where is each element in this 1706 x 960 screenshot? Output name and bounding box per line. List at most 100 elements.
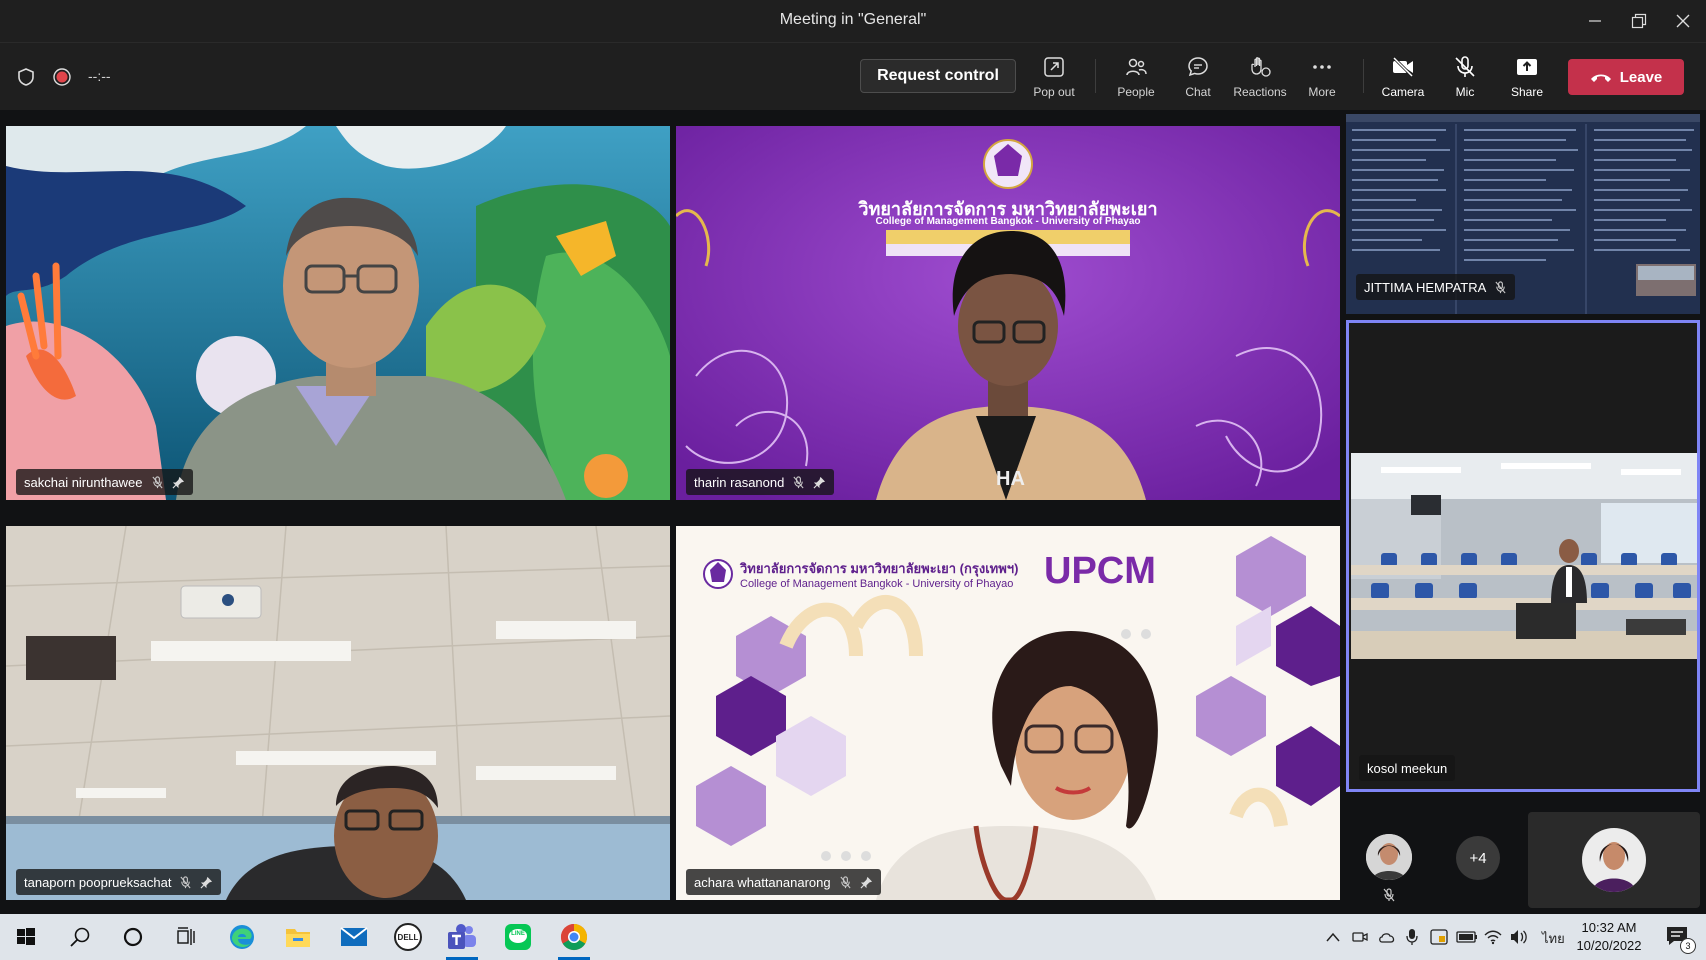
wifi-icon[interactable] xyxy=(1484,929,1502,945)
participant-name: tanaporn pooprueksachat xyxy=(24,874,172,890)
taskbar-mail[interactable] xyxy=(338,921,370,953)
more-participants-button[interactable]: +4 xyxy=(1456,836,1500,880)
shirt-print: HA xyxy=(996,468,1025,490)
reactions-label: Reactions xyxy=(1233,85,1287,99)
close-button[interactable] xyxy=(1660,0,1706,42)
leave-button[interactable]: Leave xyxy=(1568,59,1684,95)
pin-icon[interactable] xyxy=(813,476,826,489)
participant-name: achara whattananarong xyxy=(694,874,831,890)
taskbar-clock[interactable]: 10:32 AM 10/20/2022 xyxy=(1564,919,1654,955)
input-language[interactable]: ไทย xyxy=(1542,928,1565,949)
reactions-icon xyxy=(1251,57,1271,77)
minimize-icon xyxy=(1589,20,1601,22)
taskbar-edge[interactable] xyxy=(226,921,258,953)
participant-video xyxy=(676,126,1340,500)
restore-button[interactable] xyxy=(1616,0,1662,42)
microphone-in-use-icon[interactable] xyxy=(1406,928,1418,946)
participant-name-tag: achara whattananarong xyxy=(686,869,881,895)
bg-title-english: College of Management Bangkok - Universi… xyxy=(875,216,1141,227)
camera-button[interactable]: Camera xyxy=(1373,51,1433,103)
participant-video xyxy=(1351,453,1697,659)
mic-button[interactable]: Mic xyxy=(1435,51,1495,103)
share-button[interactable]: Share xyxy=(1497,51,1557,103)
participant-name: tharin rasanond xyxy=(694,474,785,490)
taskbar-teams[interactable] xyxy=(446,921,478,960)
meet-now-icon[interactable] xyxy=(1352,929,1368,945)
toolbar-divider xyxy=(1363,59,1364,93)
video-tile-kosol[interactable]: kosol meekun xyxy=(1346,320,1700,792)
line-label: LINE xyxy=(511,931,525,937)
task-view-icon xyxy=(177,927,195,945)
participant-name-tag: kosol meekun xyxy=(1359,755,1456,781)
people-button[interactable]: People xyxy=(1106,51,1166,103)
camera-off-icon xyxy=(1392,56,1414,78)
participant-name-tag: JITTIMA HEMPATRA xyxy=(1356,274,1516,300)
people-icon xyxy=(1126,58,1147,76)
request-control-button[interactable]: Request control xyxy=(860,59,1016,93)
phone-hangup-icon xyxy=(1590,74,1611,82)
pin-icon[interactable] xyxy=(200,876,213,889)
video-tile-tanaporn[interactable]: tanaporn pooprueksachat xyxy=(6,526,670,900)
video-tile-achara[interactable]: วิทยาลัยการจัดการ มหาวิทยาลัยพะเยา (กรุง… xyxy=(676,526,1340,900)
reactions-button[interactable]: Reactions xyxy=(1230,51,1290,103)
bg-logo-upcm: UPCM xyxy=(1044,550,1156,592)
popout-icon xyxy=(1044,57,1064,77)
onedrive-icon[interactable] xyxy=(1378,931,1396,943)
taskbar-file-explorer[interactable] xyxy=(282,921,314,953)
more-button[interactable]: More xyxy=(1292,51,1352,103)
minimize-button[interactable] xyxy=(1572,0,1618,42)
mic-muted-icon xyxy=(793,475,804,488)
edge-icon xyxy=(230,925,254,949)
mic-off-icon xyxy=(1455,56,1475,77)
title-bar: Meeting in "General" xyxy=(0,0,1706,43)
battery-icon[interactable] xyxy=(1456,931,1478,943)
mic-label: Mic xyxy=(1455,85,1475,99)
participant-video xyxy=(6,126,670,500)
mic-muted-icon xyxy=(180,875,192,888)
participant-avatar[interactable] xyxy=(1366,834,1412,880)
taskbar-dell[interactable]: DELL xyxy=(392,921,424,953)
taskbar-line[interactable]: LINE xyxy=(502,921,534,953)
windows-taskbar: DELL LINE ไทย 10:32 AM 10/20/2022 3 xyxy=(0,914,1706,960)
toolbar-divider xyxy=(1095,59,1096,93)
bg-title-thai: วิทยาลัยการจัดการ มหาวิทยาลัยพะเยา (กรุง… xyxy=(740,561,1019,576)
chat-icon xyxy=(1188,57,1208,77)
shield-icon[interactable] xyxy=(16,67,36,87)
participant-video xyxy=(6,526,670,900)
notification-center-button[interactable]: 3 xyxy=(1664,922,1696,954)
self-preview-tile[interactable] xyxy=(1528,812,1700,908)
pin-icon[interactable] xyxy=(860,876,873,889)
cortana-icon xyxy=(123,927,143,947)
camera-label: Camera xyxy=(1381,85,1425,99)
volume-icon[interactable] xyxy=(1510,929,1528,945)
video-tile-jittima[interactable]: JITTIMA HEMPATRA xyxy=(1346,114,1700,314)
start-button[interactable] xyxy=(10,921,42,953)
popout-button[interactable]: Pop out xyxy=(1024,51,1084,103)
cortana-button[interactable] xyxy=(117,921,149,953)
participant-name-tag: tanaporn pooprueksachat xyxy=(16,869,222,895)
avatar-photo xyxy=(1582,828,1646,892)
share-label: Share xyxy=(1510,85,1544,99)
mic-muted-icon xyxy=(840,875,851,888)
video-tile-sakchai[interactable]: sakchai nirunthawee xyxy=(6,126,670,500)
file-explorer-icon xyxy=(286,929,310,947)
video-tile-tharin[interactable]: วิทยาลัยการจัดการ มหาวิทยาลัยพะเยา Colle… xyxy=(676,126,1340,500)
chrome-icon xyxy=(560,923,588,951)
chat-label: Chat xyxy=(1185,85,1211,99)
chat-button[interactable]: Chat xyxy=(1168,51,1228,103)
more-participants-count: +4 xyxy=(1469,849,1487,867)
participant-name: JITTIMA HEMPATRA xyxy=(1364,279,1487,295)
overflow-participants: +4 xyxy=(1346,812,1700,908)
mic-muted-icon xyxy=(151,475,163,488)
security-icon[interactable] xyxy=(1430,928,1448,946)
bg-title-english: College of Management Bangkok - Universi… xyxy=(740,578,1014,590)
taskbar-chrome[interactable] xyxy=(558,921,590,960)
meeting-timer: --:-- xyxy=(88,68,111,84)
mail-icon xyxy=(340,927,368,946)
line-icon xyxy=(505,924,531,950)
chevron-up-icon[interactable] xyxy=(1326,932,1340,942)
search-button[interactable] xyxy=(64,921,96,953)
task-view-button[interactable] xyxy=(170,921,202,953)
pin-icon[interactable] xyxy=(172,476,185,489)
more-icon xyxy=(1313,65,1331,69)
